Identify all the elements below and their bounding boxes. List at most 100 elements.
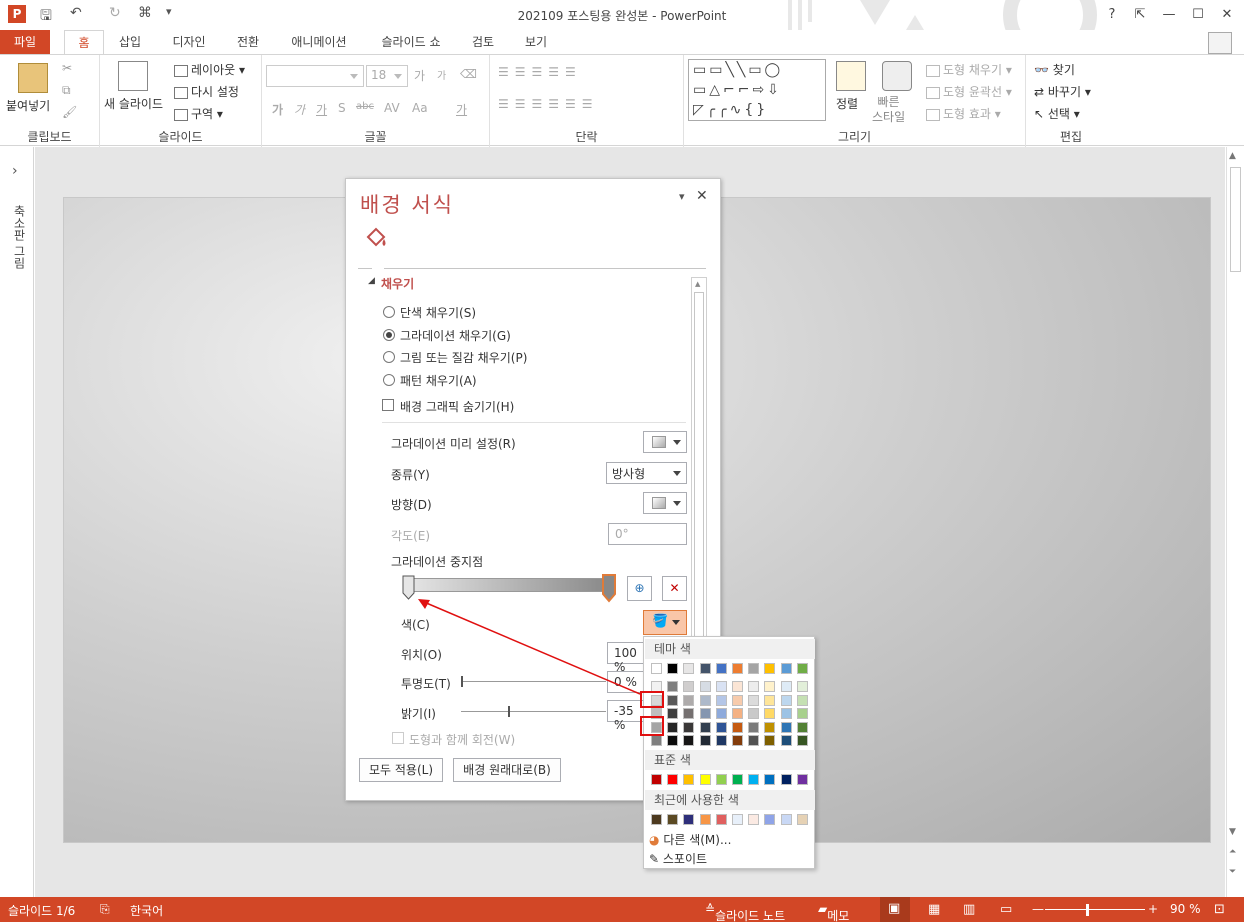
theme-shade-swatch[interactable] [796,721,808,733]
zoom-out-icon[interactable]: — [1032,902,1044,916]
theme-shade-swatch[interactable] [764,694,776,706]
arrange-button[interactable]: 정렬 [836,95,858,112]
theme-shade-swatch[interactable] [748,708,760,719]
recent-color-swatch[interactable] [667,814,679,825]
theme-shade-swatch[interactable] [715,708,727,719]
theme-shade-swatch[interactable] [780,708,792,719]
radio-gradient-fill[interactable] [383,329,395,341]
tab-file[interactable]: 파일 [0,30,50,54]
theme-shade-swatch[interactable] [667,681,679,692]
position-spinner[interactable]: 100 % [607,642,647,674]
label-gradient-fill[interactable]: 그라데이션 채우기(G) [400,327,511,344]
cut-icon[interactable]: ✂ [62,61,72,75]
font-name-combobox[interactable] [266,65,364,87]
theme-shade-swatch[interactable] [780,721,792,733]
theme-shade-swatch[interactable] [780,735,792,746]
recent-color-swatch[interactable] [732,814,743,825]
select-button[interactable]: ↖ 선택 ▾ [1034,105,1080,122]
theme-shade-swatch[interactable] [748,735,760,746]
comments-button[interactable]: ▰ 메모 [818,902,849,923]
layout-button[interactable]: 레이아웃 ▾ [174,61,245,78]
theme-shade-swatch[interactable] [796,735,808,746]
shadow-button[interactable]: S [338,101,346,115]
theme-color-swatch[interactable] [748,663,760,674]
spelling-icon[interactable]: ⎘ [100,902,110,917]
zoom-slider-thumb[interactable] [1086,904,1089,916]
shrink-font-button[interactable]: 가 [437,67,446,82]
gradient-stop-left[interactable] [402,575,416,601]
scroll-thumb[interactable] [1230,167,1241,272]
theme-shade-swatch[interactable] [667,735,679,746]
grow-font-button[interactable]: 가 [414,67,425,84]
tab-review[interactable]: 검토 [465,30,501,54]
scroll-down-arrow-icon[interactable]: ▼ [1229,827,1236,837]
change-case-button[interactable]: Aa [412,101,428,115]
pane-options-chevron-icon[interactable]: ▾ [679,190,685,203]
theme-shade-swatch[interactable] [683,694,695,706]
standard-color-swatch[interactable] [748,774,760,785]
underline-button[interactable]: 가 [316,101,327,118]
label-picture-fill[interactable]: 그림 또는 질감 채우기(P) [400,349,527,366]
theme-shade-swatch[interactable] [715,694,727,706]
recent-color-swatch[interactable] [796,814,808,825]
transparency-slider-thumb[interactable] [461,676,463,687]
radio-pattern-fill[interactable] [383,374,395,386]
standard-color-swatch[interactable] [699,774,711,785]
more-colors-item[interactable]: ◕ 다른 색(M)... [649,831,731,848]
close-button[interactable]: ✕ [1212,3,1242,27]
tab-animations[interactable]: 애니메이션 [283,30,355,54]
language-indicator[interactable]: 한국어 [130,902,163,919]
theme-color-swatch[interactable] [651,663,662,674]
quick-styles-icon[interactable] [882,61,912,91]
theme-shade-swatch[interactable] [796,694,808,706]
theme-color-swatch[interactable] [796,663,808,674]
gradient-type-dropdown[interactable]: 방사형 [606,462,687,484]
vertical-scrollbar[interactable]: ▲ ▼ ⏶ ⏷ [1226,147,1244,897]
brightness-slider-track[interactable] [461,711,606,712]
tab-design[interactable]: 디자인 [163,30,215,54]
clear-format-icon[interactable]: ⌫ [460,67,477,81]
zoom-slider-track[interactable] [1045,909,1145,910]
standard-color-swatch[interactable] [732,774,743,785]
minimize-button[interactable]: — [1154,3,1184,27]
theme-shade-swatch[interactable] [732,735,743,746]
standard-color-swatch[interactable] [764,774,776,785]
slide-counter[interactable]: 슬라이드 1/6 [8,902,75,919]
shapes-gallery[interactable]: ▭▭╲╲▭◯ ▭△⌐⌐⇨⇩ ◸╭╭∿{} [688,59,826,121]
theme-shade-swatch[interactable] [732,694,743,706]
theme-shade-swatch[interactable] [796,708,808,719]
theme-shade-swatch[interactable] [732,681,743,692]
tab-insert[interactable]: 삽입 [110,30,150,54]
theme-shade-swatch[interactable] [715,681,727,692]
standard-color-swatch[interactable] [683,774,695,785]
theme-shade-swatch[interactable] [715,735,727,746]
theme-shade-swatch[interactable] [667,721,679,733]
theme-shade-swatch[interactable] [796,681,808,692]
theme-shade-swatch[interactable] [748,721,760,733]
list-buttons-icon[interactable]: ☰☰☰☰☰ [498,65,582,79]
standard-color-swatch[interactable] [780,774,792,785]
radio-picture-fill[interactable] [383,351,395,363]
theme-shade-swatch[interactable] [699,694,711,706]
theme-shade-swatch[interactable] [667,708,679,719]
prev-slide-icon[interactable]: ⏶ [1229,847,1236,857]
theme-shade-swatch[interactable] [715,721,727,733]
help-button[interactable]: ? [1097,3,1127,27]
theme-color-swatch[interactable] [715,663,727,674]
font-size-combobox[interactable]: 18 [366,65,408,87]
theme-color-swatch[interactable] [732,663,743,674]
gradient-stops-bar[interactable] [406,578,612,592]
zoom-level[interactable]: 90 % [1170,902,1201,916]
bold-button[interactable]: 가 [272,101,283,118]
shape-fill-button[interactable]: 도형 채우기 ▾ [926,61,1012,78]
thumbnail-pane-label[interactable]: 축소판 그림 [11,205,28,269]
reset-background-button[interactable]: 배경 원래대로(B) [453,758,561,782]
transparency-slider-track[interactable] [461,681,606,682]
theme-shade-swatch[interactable] [764,681,776,692]
standard-color-swatch[interactable] [715,774,727,785]
recent-color-swatch[interactable] [764,814,776,825]
theme-shade-swatch[interactable] [699,721,711,733]
theme-shade-swatch[interactable] [683,735,695,746]
theme-shade-swatch[interactable] [699,681,711,692]
recent-color-swatch[interactable] [780,814,792,825]
